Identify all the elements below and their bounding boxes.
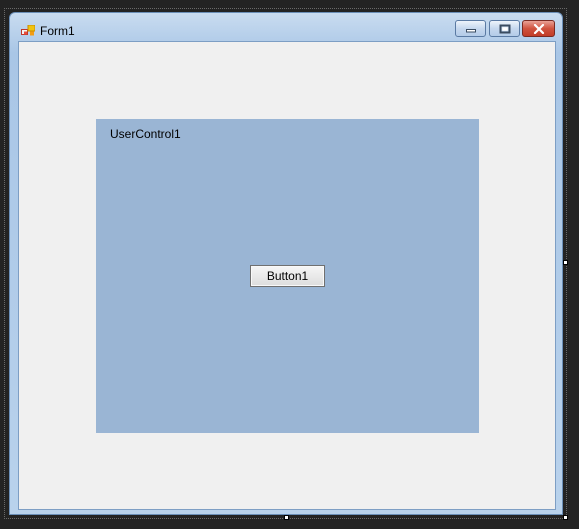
button1[interactable]: Button1	[250, 265, 325, 287]
minimize-button[interactable]	[455, 20, 486, 37]
user-control[interactable]: UserControl1 Button1	[96, 119, 479, 433]
user-control-label: UserControl1	[110, 127, 181, 141]
resize-grip-bottom[interactable]	[284, 515, 289, 520]
title-bar[interactable]: Form1	[10, 13, 562, 41]
maximize-icon	[499, 24, 510, 34]
form-client-area: UserControl1 Button1	[18, 41, 556, 510]
close-icon	[533, 24, 544, 34]
form-window[interactable]: Form1 UserControl1 Button1	[9, 12, 563, 515]
designer-surface: Form1 UserControl1 Button1	[0, 0, 579, 529]
resize-grip-corner[interactable]	[563, 515, 568, 520]
form-app-icon	[21, 24, 36, 36]
maximize-button[interactable]	[489, 20, 520, 37]
window-title: Form1	[40, 24, 75, 38]
resize-grip-right[interactable]	[563, 260, 568, 265]
close-button[interactable]	[522, 20, 555, 37]
minimize-icon	[465, 29, 476, 33]
